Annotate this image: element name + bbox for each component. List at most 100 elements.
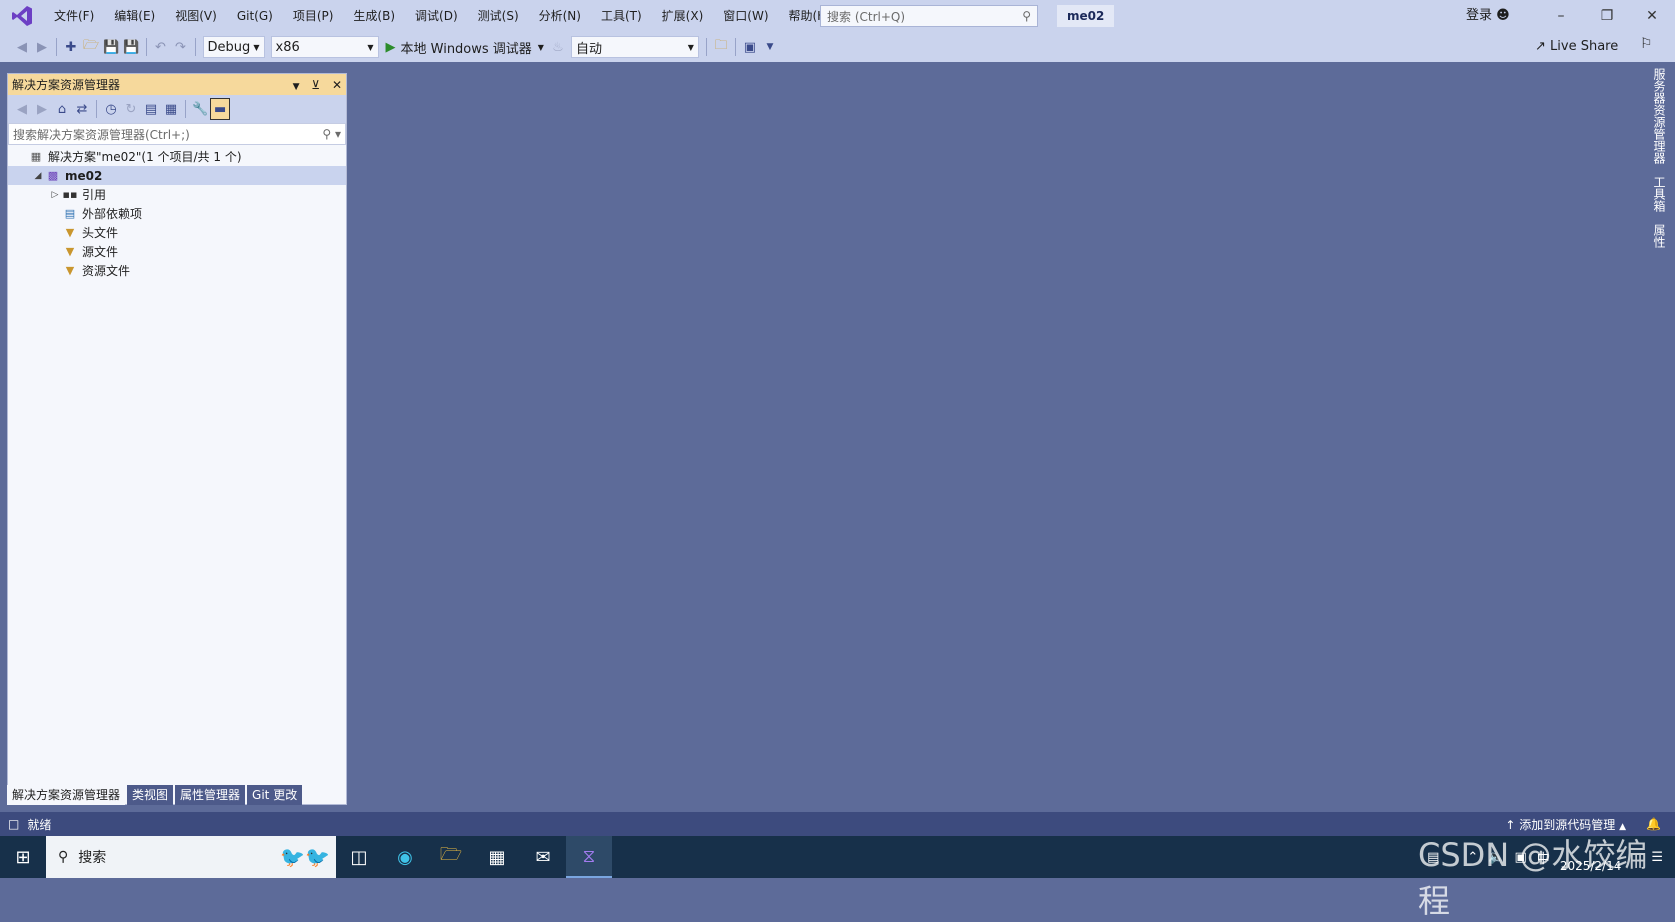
- collapse-all-icon[interactable]: ▤: [141, 98, 161, 120]
- menu-item[interactable]: Git(G): [227, 0, 283, 32]
- live-share-button[interactable]: ↗ Live Share: [1535, 36, 1618, 58]
- mail-icon[interactable]: ✉: [520, 836, 566, 878]
- solution-icon: ▦: [30, 150, 42, 163]
- configuration-select[interactable]: Debug ▼: [202, 36, 265, 58]
- play-icon: ▶: [385, 39, 396, 55]
- search-placeholder: 搜索 (Ctrl+Q): [827, 9, 906, 24]
- back-icon[interactable]: ◀: [12, 98, 32, 120]
- filter-folder-icon: ▼: [65, 226, 75, 239]
- bottom-tab[interactable]: 解决方案资源管理器: [7, 785, 126, 805]
- tree-item[interactable]: ▼ 源文件: [8, 242, 346, 261]
- save-icon[interactable]: 💾: [101, 36, 121, 58]
- forward-icon[interactable]: ▶: [32, 98, 52, 120]
- menu-item[interactable]: 视图(V): [165, 0, 227, 32]
- notification-bell-icon[interactable]: 🔔: [1646, 817, 1661, 831]
- tree-item[interactable]: ▷ ▪▪ 引用: [8, 185, 346, 204]
- taskbar-search-label: 搜索: [78, 850, 107, 866]
- task-view-icon[interactable]: ◫: [336, 836, 382, 878]
- panel-dropdown-icon[interactable]: ▼: [293, 82, 300, 92]
- tree-item[interactable]: ▼ 头文件: [8, 223, 346, 242]
- file-explorer-icon[interactable]: 🗁: [428, 836, 474, 878]
- menu-item[interactable]: 分析(N): [529, 0, 591, 32]
- redo-icon[interactable]: ↷: [171, 36, 191, 58]
- platform-select[interactable]: x86 ▼: [270, 36, 379, 58]
- right-rail-tab[interactable]: 服务器资源管理器: [1651, 62, 1668, 170]
- solution-search-input[interactable]: 搜索解决方案资源管理器(Ctrl+;) ⚲ ▾: [8, 123, 346, 145]
- switch-views-icon[interactable]: ⇄: [72, 98, 92, 120]
- menu-item[interactable]: 窗口(W): [713, 0, 778, 32]
- solution-explorer-panel: 解决方案资源管理器 ▼ ⊻ ✕ ◀ ▶ ⌂ ⇄ ◷ ↻ ▤ ▦ 🔧 ▬ 搜索解决…: [7, 73, 347, 805]
- preview-selected-icon[interactable]: ▬: [210, 98, 231, 120]
- status-window-icon: □: [8, 817, 20, 831]
- bottom-tab[interactable]: Git 更改: [247, 785, 303, 805]
- search-input[interactable]: 搜索 (Ctrl+Q) ⚲: [820, 5, 1038, 27]
- screenshot-icon[interactable]: ▣: [740, 36, 760, 58]
- edge-browser-icon[interactable]: ◉: [382, 836, 428, 878]
- close-button[interactable]: ✕: [1629, 0, 1675, 32]
- undo-icon[interactable]: ↶: [151, 36, 171, 58]
- login-label: 登录: [1466, 8, 1493, 23]
- expanded-arrow-icon[interactable]: ◢: [31, 171, 45, 181]
- taskbar-search[interactable]: ⚲ 搜索 🐦🐦: [46, 836, 336, 878]
- start-button-icon[interactable]: ⊞: [0, 836, 46, 878]
- search-icon: ⚲ ▾: [322, 127, 341, 141]
- properties-wrench-icon[interactable]: 🔧: [190, 98, 210, 120]
- forward-icon[interactable]: ▶: [32, 36, 52, 58]
- show-all-files-icon[interactable]: ▦: [161, 98, 181, 120]
- menu-item[interactable]: 文件(F): [44, 0, 104, 32]
- live-share-label: Live Share: [1550, 39, 1619, 54]
- menu-item[interactable]: 测试(S): [468, 0, 529, 32]
- restore-button[interactable]: ❐: [1584, 0, 1630, 32]
- bottom-tab[interactable]: 属性管理器: [175, 785, 246, 805]
- chevron-down-icon: ▼: [537, 42, 544, 52]
- login-button[interactable]: 登录 ☻: [1466, 0, 1510, 32]
- menu-item[interactable]: 生成(B): [343, 0, 405, 32]
- browse-folder-icon[interactable]: 🗀: [711, 36, 731, 58]
- tree-item-label: 头文件: [82, 226, 119, 240]
- minimize-button[interactable]: –: [1538, 0, 1584, 32]
- panel-header: 解决方案资源管理器 ▼ ⊻ ✕: [8, 74, 346, 95]
- right-rail-tab[interactable]: 工具箱: [1651, 170, 1668, 218]
- search-placeholder: 搜索解决方案资源管理器(Ctrl+;): [13, 127, 190, 142]
- feedback-icon[interactable]: ⚐: [1640, 36, 1653, 52]
- menu-bar: 文件(F) 编辑(E) 视图(V) Git(G) 项目(P) 生成(B) 调试(D) 测试(S…: [44, 0, 841, 32]
- visual-studio-taskbar-icon[interactable]: ⧖: [566, 836, 612, 878]
- menu-item[interactable]: 项目(P): [283, 0, 344, 32]
- standard-toolbar: ◀ ▶ ✚ 🗁 💾 💾 ↶ ↷ Debug ▼ x86 ▼ ▶ 本地 Windows …: [0, 32, 1675, 62]
- home-icon[interactable]: ⌂: [52, 98, 72, 120]
- collapsed-arrow-icon[interactable]: ▷: [48, 190, 62, 200]
- run-label: 本地 Windows 调试器: [400, 41, 532, 57]
- solution-name-badge: me02: [1057, 5, 1115, 27]
- menu-item[interactable]: 调试(D): [405, 0, 468, 32]
- pending-changes-filter-icon[interactable]: ◷: [101, 98, 121, 120]
- back-icon[interactable]: ◀: [12, 36, 32, 58]
- tree-item-label: 资源文件: [82, 264, 131, 278]
- tree-item[interactable]: ▼ 资源文件: [8, 261, 346, 280]
- bottom-tab[interactable]: 类视图: [127, 785, 174, 805]
- tree-item-label: 引用: [82, 188, 107, 202]
- run-debugger-button[interactable]: ▶ 本地 Windows 调试器 ▼: [382, 36, 548, 58]
- tree-item[interactable]: ▤ 外部依赖项: [8, 204, 346, 223]
- menu-item[interactable]: 编辑(E): [104, 0, 165, 32]
- open-folder-icon[interactable]: 🗁: [81, 36, 101, 58]
- csdn-watermark: CSDN @水饺编程: [1418, 836, 1648, 920]
- new-project-icon[interactable]: ✚: [61, 36, 81, 58]
- close-icon[interactable]: ✕: [332, 78, 342, 92]
- auto-select[interactable]: 自动 ▼: [570, 36, 699, 58]
- tree-item[interactable]: ▦ 解决方案"me02"(1 个项目/共 1 个): [8, 147, 346, 166]
- pin-icon[interactable]: ⊻: [311, 78, 320, 92]
- panel-title: 解决方案资源管理器: [12, 78, 121, 92]
- menu-item[interactable]: 工具(T): [591, 0, 652, 32]
- tree-item[interactable]: ◢ ▩ me02: [8, 166, 346, 185]
- sync-icon[interactable]: ↻: [121, 98, 141, 120]
- hot-reload-icon[interactable]: ♨: [548, 36, 568, 58]
- menu-item[interactable]: 扩展(X): [652, 0, 714, 32]
- microsoft-store-icon[interactable]: ▦: [474, 836, 520, 878]
- right-rail-tab[interactable]: 属性: [1651, 218, 1668, 254]
- search-icon: ⚲: [1022, 9, 1031, 23]
- toolbar-overflow-icon[interactable]: ▼: [760, 36, 780, 58]
- search-icon: ⚲: [58, 849, 69, 865]
- project-icon: ▩: [47, 169, 59, 182]
- status-text: 就绪: [27, 817, 52, 832]
- save-all-icon[interactable]: 💾: [121, 36, 141, 58]
